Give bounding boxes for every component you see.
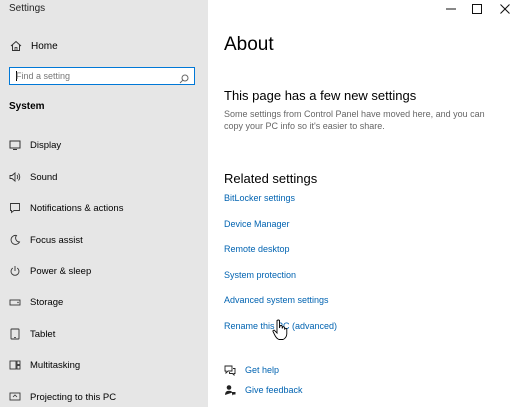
bitlocker-settings-link[interactable]: BitLocker settings (224, 193, 295, 203)
sidebar-item-projecting[interactable]: Projecting to this PC (0, 385, 208, 409)
give-feedback-icon (224, 384, 236, 396)
search-input[interactable] (16, 69, 176, 83)
notifications-icon (8, 201, 22, 215)
maximize-icon (472, 4, 482, 14)
power-icon (8, 264, 22, 278)
minimize-button[interactable] (442, 2, 460, 16)
get-help-icon (224, 364, 236, 376)
page-title: About (224, 34, 274, 55)
focus-assist-icon (8, 233, 22, 247)
give-feedback-label: Give feedback (245, 385, 303, 395)
maximize-button[interactable] (468, 2, 486, 16)
sidebar-item-label: Multitasking (30, 359, 81, 371)
projecting-icon (8, 390, 22, 404)
sidebar-item-label: Power & sleep (30, 265, 92, 277)
notice-text: Some settings from Control Panel have mo… (224, 109, 485, 131)
sidebar-item-label: Display (30, 139, 62, 151)
main-content: About This page has a few new settings S… (208, 0, 518, 407)
sidebar-item-sound[interactable]: Sound (0, 165, 208, 189)
advanced-system-settings-link[interactable]: Advanced system settings (224, 295, 329, 305)
related-settings-heading: Related settings (224, 171, 318, 186)
search-box[interactable] (9, 67, 195, 85)
sidebar-item-notifications[interactable]: Notifications & actions (0, 196, 208, 220)
get-help-label: Get help (245, 365, 280, 375)
sidebar-item-storage[interactable]: Storage (0, 290, 208, 314)
hand-pointer-cursor-icon (272, 319, 288, 341)
sidebar-item-label: Sound (30, 171, 58, 183)
sidebar-item-power-sleep[interactable]: Power & sleep (0, 259, 208, 283)
search-icon[interactable] (179, 71, 189, 84)
sidebar-item-label: Notifications & actions (30, 202, 124, 214)
sidebar-item-label: Focus assist (30, 234, 83, 246)
section-title: System (9, 101, 45, 112)
device-manager-link[interactable]: Device Manager (224, 219, 290, 229)
close-button[interactable] (496, 2, 514, 16)
sound-icon (8, 170, 22, 184)
app-title: Settings (9, 3, 46, 14)
sidebar-item-multitasking[interactable]: Multitasking (0, 353, 208, 377)
notice-heading: This page has a few new settings (224, 88, 417, 103)
sidebar-item-label: Tablet (30, 328, 56, 340)
multitasking-icon (8, 358, 22, 372)
sidebar-item-tablet[interactable]: Tablet (0, 322, 208, 346)
sidebar: Settings Home System Display Sound Notif… (0, 0, 208, 407)
storage-icon (8, 295, 22, 309)
sidebar-item-display[interactable]: Display (0, 133, 208, 157)
get-help-link[interactable]: Get help (224, 363, 279, 377)
system-protection-link[interactable]: System protection (224, 270, 296, 280)
home-label: Home (31, 40, 58, 52)
sidebar-item-focus-assist[interactable]: Focus assist (0, 228, 208, 252)
give-feedback-link[interactable]: Give feedback (224, 383, 303, 397)
display-icon (8, 138, 22, 152)
tablet-icon (8, 327, 22, 341)
close-icon (500, 4, 510, 14)
minimize-icon (446, 8, 456, 10)
remote-desktop-link[interactable]: Remote desktop (224, 244, 290, 254)
sidebar-item-label: Projecting to this PC (30, 391, 117, 403)
sidebar-item-label: Storage (30, 296, 64, 308)
home-nav-item[interactable]: Home (0, 34, 208, 58)
home-icon (9, 39, 23, 53)
